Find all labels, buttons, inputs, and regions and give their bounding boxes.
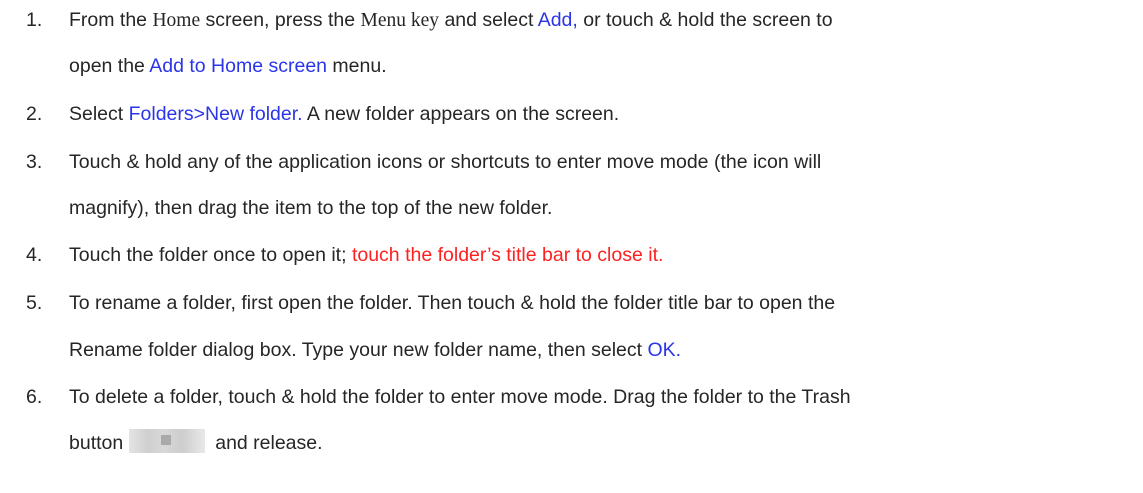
folders-new-folder-term: Folders>New folder.: [128, 103, 303, 125]
text: and release.: [215, 432, 323, 455]
step-3-line-1: Touch & hold any of the application icon…: [69, 151, 822, 173]
instruction-list: 1. From the Home screen, press the Menu …: [0, 0, 1143, 493]
trash-button-icon: [129, 429, 206, 453]
step-6-line-1: To delete a folder, touch & hold the fol…: [69, 386, 851, 408]
step-number: 2.: [26, 103, 43, 125]
text: or touch & hold the screen to: [577, 9, 833, 31]
step-number: 1.: [26, 9, 43, 31]
add-to-home-screen-term: Add to Home screen: [149, 55, 328, 77]
ok-term: OK.: [647, 339, 682, 361]
step-1-line-2: open the Add to Home screen menu.: [69, 55, 387, 78]
step-4-line-1: Touch the folder once to open it; touch …: [69, 244, 663, 267]
text: From the: [69, 9, 153, 31]
text: Rename folder dialog box. Type your new …: [69, 339, 648, 361]
close-folder-note: touch the folder’s title bar to close it…: [351, 244, 664, 266]
text: Select: [69, 103, 129, 125]
step-number: 4.: [26, 244, 43, 266]
step-number: 3.: [26, 151, 43, 173]
text: A new folder appears on the screen.: [302, 103, 620, 125]
step-2-line-1: Select Folders>New folder. A new folder …: [69, 103, 619, 126]
home-screen-term: Home: [152, 10, 201, 31]
text: screen, press the: [200, 9, 361, 31]
step-number: 6.: [26, 386, 43, 408]
step-1-line-1: From the Home screen, press the Menu key…: [69, 9, 833, 32]
text: and select: [439, 9, 538, 31]
step-6-line-2: button and release.: [69, 429, 323, 456]
text: menu.: [327, 55, 387, 77]
step-5-line-1: To rename a folder, first open the folde…: [69, 292, 836, 314]
add-term: Add,: [537, 9, 578, 31]
menu-key-term: Menu key: [360, 10, 440, 31]
text: Touch the folder once to open it;: [69, 244, 352, 266]
step-5-line-2: Rename folder dialog box. Type your new …: [69, 339, 681, 362]
step-number: 5.: [26, 292, 43, 314]
text: button: [69, 432, 124, 455]
step-3-line-2: magnify), then drag the item to the top …: [69, 197, 553, 219]
text: open the: [69, 55, 150, 77]
